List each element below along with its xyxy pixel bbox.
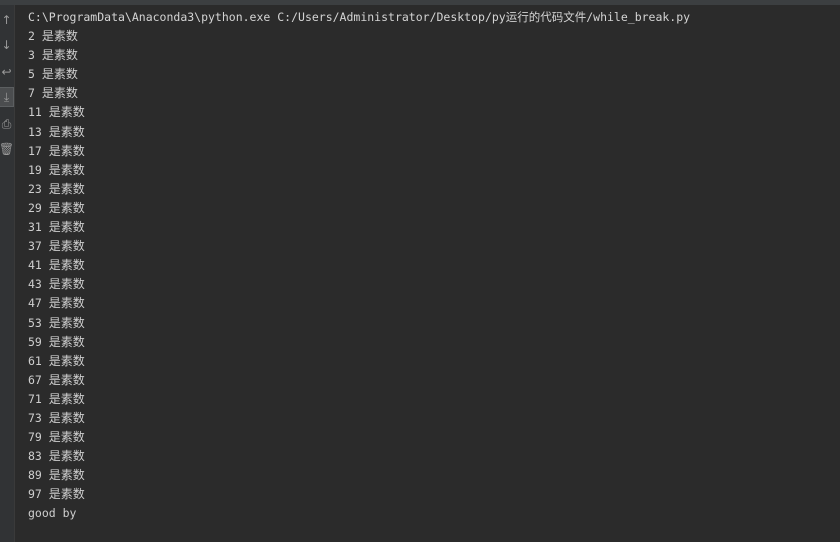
- prime-number: 67: [28, 372, 42, 387]
- prime-number: 31: [28, 220, 42, 235]
- output-line: 53 是素数: [28, 314, 828, 333]
- up-arrow-icon[interactable]: ↑: [0, 11, 13, 29]
- prime-number: 83: [28, 449, 42, 464]
- prime-label: 是素数: [48, 353, 85, 368]
- prime-label: 是素数: [41, 29, 78, 44]
- output-line: 79 是素数: [28, 428, 828, 447]
- run-console-window: ↑ ↓ ↩ ⤓ ⎙ 🗑 C:\ProgramData\Anaconda3\pyt…: [0, 0, 840, 542]
- output-line: 83 是素数: [28, 447, 828, 466]
- prime-label: 是素数: [48, 200, 85, 215]
- output-line: 17 是素数: [28, 142, 828, 161]
- prime-number: 71: [28, 391, 42, 406]
- prime-label: 是素数: [48, 124, 85, 139]
- output-line: 61 是素数: [28, 352, 828, 371]
- prime-number: 7: [28, 86, 35, 101]
- prime-number: 17: [28, 143, 42, 158]
- print-icon[interactable]: ⎙: [0, 115, 13, 133]
- prime-number: 3: [28, 48, 35, 63]
- prime-number: 53: [28, 315, 42, 330]
- prime-label: 是素数: [48, 391, 85, 406]
- prime-label: 是素数: [48, 468, 85, 483]
- prime-number: 13: [28, 124, 42, 139]
- prime-number: 41: [28, 258, 42, 273]
- output-line: 5 是素数: [28, 65, 828, 84]
- prime-number: 19: [28, 162, 42, 177]
- output-line: 41 是素数: [28, 256, 828, 275]
- prime-number: 29: [28, 200, 42, 215]
- output-line: 43 是素数: [28, 275, 828, 294]
- output-line: 37 是素数: [28, 237, 828, 256]
- output-line: 73 是素数: [28, 409, 828, 428]
- prime-label: 是素数: [48, 487, 85, 502]
- prime-label: 是素数: [48, 220, 85, 235]
- output-line: 23 是素数: [28, 180, 828, 199]
- output-line: 89 是素数: [28, 466, 828, 485]
- prime-label: 是素数: [41, 48, 78, 63]
- scroll-to-end-icon[interactable]: ⤓: [0, 87, 14, 107]
- output-line: 71 是素数: [28, 390, 828, 409]
- prime-label: 是素数: [48, 181, 85, 196]
- prime-label: 是素数: [48, 162, 85, 177]
- output-line: 19 是素数: [28, 161, 828, 180]
- prime-number: 5: [28, 67, 35, 82]
- prime-number: 47: [28, 296, 42, 311]
- prime-number: 59: [28, 334, 42, 349]
- prime-number: 37: [28, 239, 42, 254]
- prime-label: 是素数: [48, 239, 85, 254]
- top-border: [0, 0, 840, 5]
- prime-label: 是素数: [48, 105, 85, 120]
- output-line: 31 是素数: [28, 218, 828, 237]
- prime-number: 97: [28, 487, 42, 502]
- prime-label: 是素数: [41, 86, 78, 101]
- prime-number: 23: [28, 181, 42, 196]
- prime-label: 是素数: [41, 67, 78, 82]
- command-line: C:\ProgramData\Anaconda3\python.exe C:/U…: [28, 10, 691, 24]
- footer-line: good by: [28, 506, 77, 521]
- prime-label: 是素数: [48, 277, 85, 292]
- prime-number: 43: [28, 277, 42, 292]
- prime-number: 2: [28, 29, 35, 44]
- prime-label: 是素数: [48, 449, 85, 464]
- prime-number: 79: [28, 430, 42, 445]
- output-line: 7 是素数: [28, 84, 828, 103]
- output-line: 3 是素数: [28, 46, 828, 65]
- output-line: 2 是素数: [28, 27, 828, 46]
- output-line: 29 是素数: [28, 199, 828, 218]
- prime-number: 89: [28, 468, 42, 483]
- output-line: 67 是素数: [28, 371, 828, 390]
- prime-label: 是素数: [48, 430, 85, 445]
- output-line: 13 是素数: [28, 123, 828, 142]
- prime-label: 是素数: [48, 372, 85, 387]
- prime-label: 是素数: [48, 143, 85, 158]
- output-line: 11 是素数: [28, 103, 828, 122]
- prime-number: 11: [28, 105, 42, 120]
- prime-label: 是素数: [48, 410, 85, 425]
- prime-label: 是素数: [48, 315, 85, 330]
- prime-label: 是素数: [48, 258, 85, 273]
- down-arrow-icon[interactable]: ↓: [0, 36, 13, 54]
- output-line: 97 是素数: [28, 485, 828, 504]
- output-line: 47 是素数: [28, 294, 828, 313]
- trash-icon[interactable]: 🗑: [0, 140, 14, 158]
- prime-label: 是素数: [48, 296, 85, 311]
- console-output[interactable]: C:\ProgramData\Anaconda3\python.exe C:/U…: [28, 8, 828, 524]
- soft-wrap-icon[interactable]: ↩: [0, 63, 13, 81]
- prime-number: 61: [28, 353, 42, 368]
- prime-label: 是素数: [48, 334, 85, 349]
- console-toolbar: ↑ ↓ ↩ ⤓ ⎙ 🗑: [0, 5, 15, 542]
- prime-number: 73: [28, 410, 42, 425]
- output-line: 59 是素数: [28, 333, 828, 352]
